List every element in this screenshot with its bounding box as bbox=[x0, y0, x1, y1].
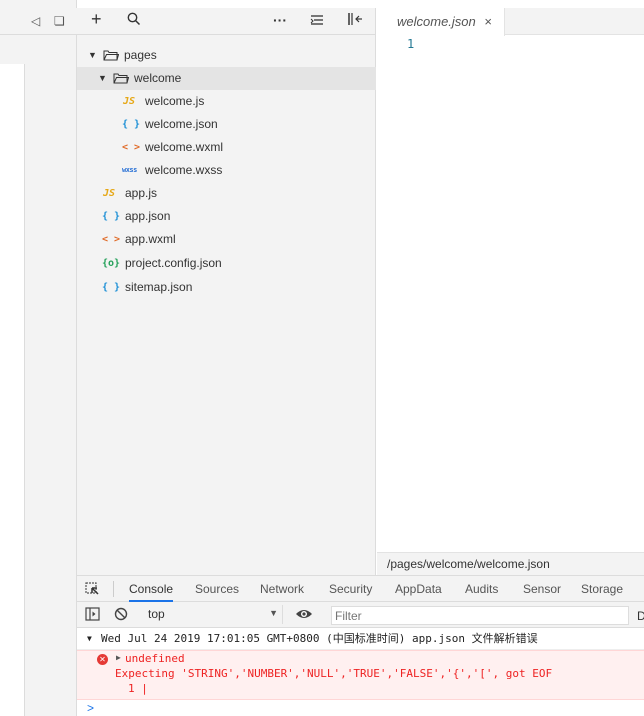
simulator-panel: ◁ ❏ bbox=[0, 0, 77, 716]
simulator-screen bbox=[0, 64, 25, 716]
tab-console[interactable]: Console bbox=[129, 576, 174, 602]
tree-file-welcome-json[interactable]: { } welcome.json bbox=[77, 113, 376, 136]
error-icon: ✕ bbox=[97, 654, 108, 665]
tree-file-app-wxml[interactable]: < > app.wxml bbox=[77, 228, 376, 251]
collapse-panel-icon[interactable] bbox=[347, 12, 363, 30]
search-icon[interactable] bbox=[127, 12, 141, 30]
detach-window-icon[interactable]: ❏ bbox=[54, 14, 65, 28]
js-file-icon: JS bbox=[103, 188, 116, 199]
eye-icon[interactable] bbox=[295, 607, 313, 624]
close-icon[interactable]: × bbox=[484, 8, 492, 35]
tab-security[interactable]: Security bbox=[329, 576, 372, 602]
context-value: top bbox=[148, 607, 165, 621]
code-editor: welcome.json × 1 /pages/welcome/welcome.… bbox=[377, 8, 644, 575]
caret-right-icon[interactable]: ▶ bbox=[116, 653, 121, 662]
toggle-sidebar-icon[interactable] bbox=[85, 607, 100, 624]
file-explorer: + ··· ▼ pages ▼ welcome JS welcome.js {… bbox=[77, 8, 376, 575]
wxss-file-icon: wxss bbox=[122, 166, 137, 174]
console-toolbar: top ▼ D bbox=[77, 602, 644, 628]
json-file-icon: { } bbox=[102, 211, 121, 222]
tab-label: welcome.json bbox=[397, 14, 476, 29]
line-number: 1 bbox=[407, 37, 415, 51]
explorer-toolbar: + ··· bbox=[77, 8, 376, 35]
tree-item-label: app.json bbox=[125, 209, 171, 223]
tab-network[interactable]: Network bbox=[260, 576, 304, 602]
more-icon[interactable]: ··· bbox=[273, 11, 287, 29]
tree-item-label: welcome.js bbox=[145, 94, 205, 108]
tree-file-welcome-wxml[interactable]: < > welcome.wxml bbox=[77, 136, 376, 159]
clear-console-icon[interactable] bbox=[114, 607, 128, 624]
tree-folder-pages[interactable]: ▼ pages bbox=[77, 44, 376, 67]
config-file-icon: {o} bbox=[102, 258, 121, 269]
console-filter-input[interactable] bbox=[331, 606, 629, 625]
tree-file-project-config[interactable]: {o} project.config.json bbox=[77, 252, 376, 275]
inspect-element-icon[interactable] bbox=[85, 582, 100, 596]
folder-open-icon bbox=[113, 67, 130, 90]
json-file-icon: { } bbox=[102, 282, 121, 293]
tree-folder-welcome[interactable]: ▼ welcome bbox=[77, 67, 376, 90]
tree-file-welcome-wxss[interactable]: wxss welcome.wxss bbox=[77, 159, 376, 182]
caret-down-icon[interactable]: ▼ bbox=[88, 44, 97, 67]
tab-appdata[interactable]: AppData bbox=[395, 576, 442, 602]
devtools-tabbar: Console Sources Network Security AppData… bbox=[77, 576, 644, 602]
tree-file-app-js[interactable]: JS app.js bbox=[77, 182, 376, 205]
editor-status-bar: /pages/welcome/welcome.json bbox=[377, 552, 644, 575]
js-file-icon: JS bbox=[123, 96, 136, 107]
context-selector[interactable]: top ▼ bbox=[141, 605, 283, 624]
tab-audits[interactable]: Audits bbox=[465, 576, 498, 602]
file-path: /pages/welcome/welcome.json bbox=[387, 557, 550, 571]
log-group-text: Wed Jul 24 2019 17:01:05 GMT+0800 (中国标准时… bbox=[101, 632, 538, 645]
log-group-header[interactable]: ▼ Wed Jul 24 2019 17:01:05 GMT+0800 (中国标… bbox=[77, 628, 644, 650]
json-file-icon: { } bbox=[122, 119, 141, 130]
folder-open-icon bbox=[103, 44, 120, 67]
tab-welcome-json[interactable]: welcome.json × bbox=[377, 8, 505, 36]
error-code-line: 1 | bbox=[128, 682, 148, 695]
tree-item-label: welcome.wxss bbox=[145, 163, 223, 177]
tree-item-label: sitemap.json bbox=[125, 280, 193, 294]
caret-down-icon[interactable]: ▼ bbox=[98, 67, 107, 90]
caret-down-icon[interactable]: ▼ bbox=[87, 628, 92, 650]
tree-item-label: welcome.json bbox=[145, 117, 218, 131]
dropdown-arrow-icon: ▼ bbox=[269, 608, 278, 618]
simulator-toolbar: ◁ ❏ bbox=[0, 8, 77, 35]
console-error-message: ✕ ▶ undefined Expecting 'STRING','NUMBER… bbox=[77, 650, 644, 700]
error-title[interactable]: undefined bbox=[125, 652, 185, 665]
tab-sources[interactable]: Sources bbox=[195, 576, 239, 602]
wxml-file-icon: < > bbox=[122, 142, 141, 153]
console-prompt[interactable]: > bbox=[87, 701, 94, 715]
devtools-panel: Console Sources Network Security AppData… bbox=[77, 575, 644, 716]
tree-file-sitemap-json[interactable]: { } sitemap.json bbox=[77, 276, 376, 299]
default-levels-label[interactable]: D bbox=[637, 609, 644, 623]
speaker-icon[interactable]: ◁ bbox=[31, 14, 40, 28]
toolbar-divider bbox=[113, 581, 114, 597]
wxml-file-icon: < > bbox=[102, 234, 121, 245]
tree-item-label: pages bbox=[124, 48, 157, 62]
tab-storage[interactable]: Storage bbox=[581, 576, 623, 602]
tree-file-app-json[interactable]: { } app.json bbox=[77, 205, 376, 228]
tree-item-label: welcome.wxml bbox=[145, 140, 224, 154]
tab-sensor[interactable]: Sensor bbox=[523, 576, 561, 602]
error-message: Expecting 'STRING','NUMBER','NULL','TRUE… bbox=[115, 667, 553, 680]
tree-item-label: project.config.json bbox=[125, 256, 222, 270]
tree-item-label: app.wxml bbox=[125, 232, 176, 246]
add-file-icon[interactable]: + bbox=[91, 10, 102, 28]
collapse-all-icon[interactable] bbox=[310, 12, 324, 30]
tree-item-label: welcome bbox=[134, 71, 182, 85]
tree-file-welcome-js[interactable]: JS welcome.js bbox=[77, 90, 376, 113]
tree-item-label: app.js bbox=[125, 186, 158, 200]
editor-tabbar: welcome.json × bbox=[377, 8, 644, 36]
